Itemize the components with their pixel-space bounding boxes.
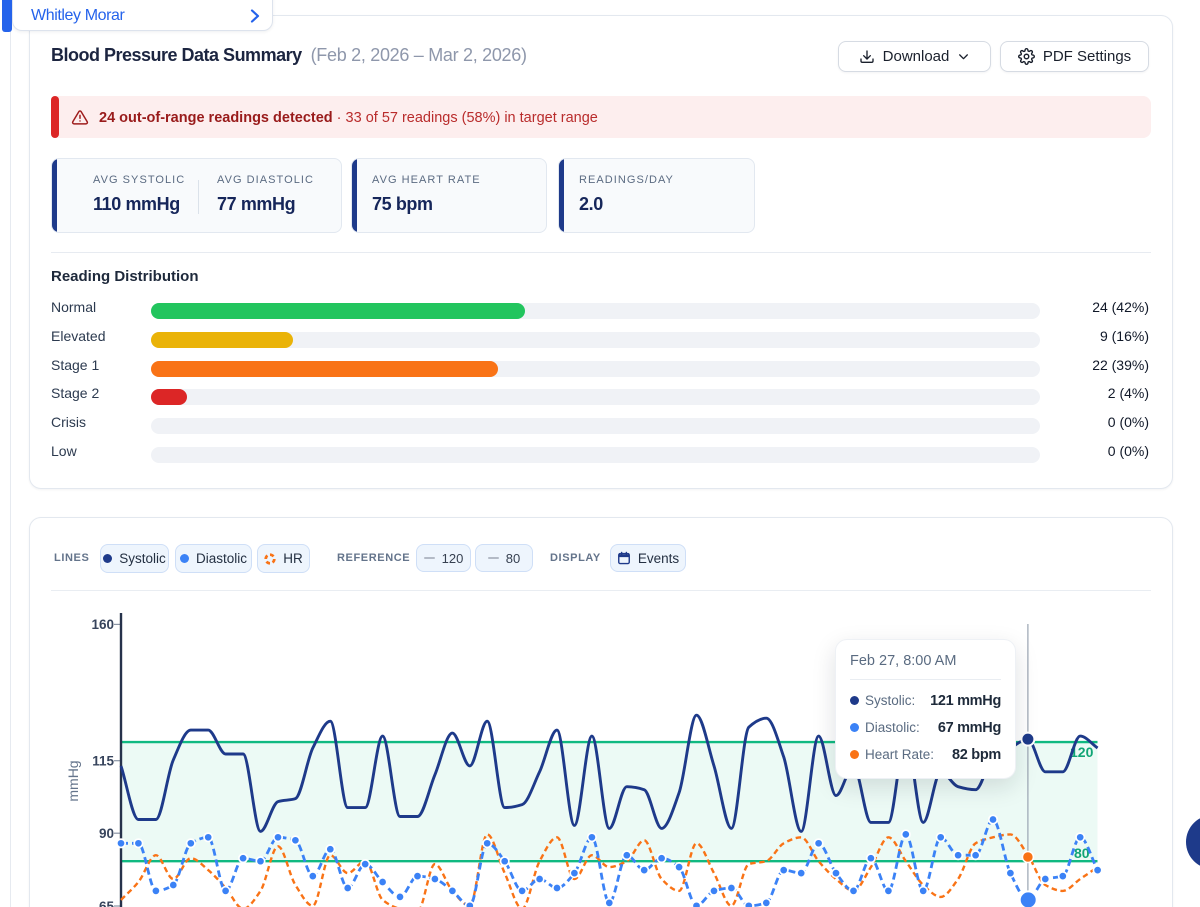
svg-text:90: 90: [99, 826, 114, 841]
svg-text:65: 65: [99, 899, 115, 907]
svg-text:160: 160: [91, 617, 114, 632]
svg-text:mmHg: mmHg: [65, 760, 81, 801]
svg-text:115: 115: [92, 754, 114, 769]
svg-text:80: 80: [1074, 845, 1090, 861]
